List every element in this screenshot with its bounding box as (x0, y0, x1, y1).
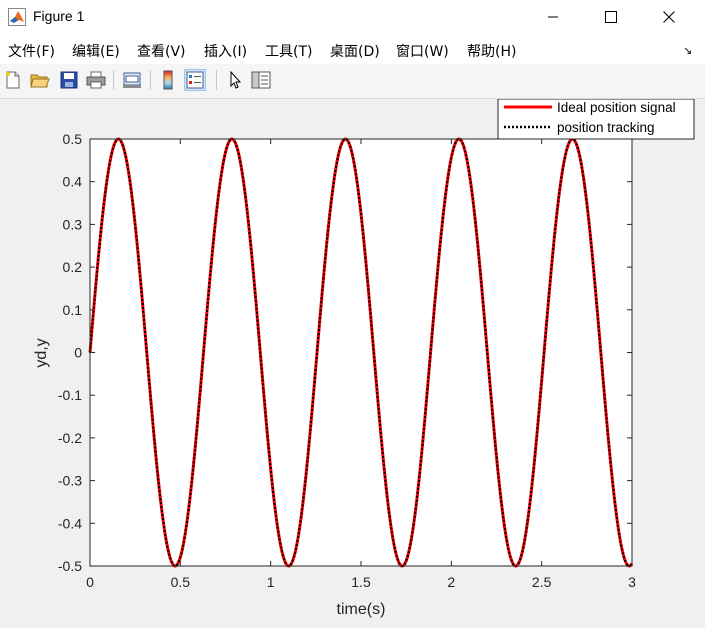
y-tick-label: -0.3 (58, 473, 82, 489)
menu-file[interactable]: 文件(F) (8, 41, 55, 61)
y-axis-label: yd,y (33, 338, 50, 367)
legend-label-tracking: position tracking (557, 120, 655, 135)
new-figure-icon (6, 71, 20, 89)
toolbar-separator (113, 70, 114, 90)
window-titlebar[interactable]: Figure 1 (0, 0, 705, 34)
maximize-icon (605, 11, 617, 23)
close-button[interactable] (640, 0, 698, 34)
legend[interactable]: Ideal position signal position tracking (497, 99, 695, 140)
edit-plot-button[interactable] (224, 69, 246, 91)
matlab-icon (8, 8, 26, 26)
chevron-down-right-icon[interactable]: ↘ (683, 44, 692, 57)
y-tick-label: 0.3 (63, 216, 83, 232)
open-file-button[interactable] (29, 69, 51, 91)
insert-legend-button[interactable] (184, 69, 206, 91)
x-axis-label: time(s) (337, 601, 386, 618)
figure-toolbar (0, 64, 705, 99)
y-tick-label: 0.5 (63, 131, 83, 147)
x-tick-label: 1 (267, 574, 275, 590)
minimize-button[interactable] (524, 0, 582, 34)
menu-bar: 文件(F) 编辑(E) 查看(V) 插入(I) 工具(T) 桌面(D) 窗口(W… (0, 34, 705, 64)
save-button[interactable] (58, 69, 80, 91)
save-icon (60, 71, 78, 89)
window-title: Figure 1 (33, 8, 85, 24)
y-tick-label: 0.1 (63, 302, 83, 318)
x-tick-label: 1.5 (351, 574, 371, 590)
open-file-icon (30, 74, 50, 88)
toolbar-separator (150, 70, 151, 90)
property-editor-button[interactable] (250, 69, 272, 91)
y-tick-label: -0.4 (58, 515, 82, 531)
menu-view[interactable]: 查看(V) (137, 41, 186, 61)
y-tick-label: -0.1 (58, 387, 82, 403)
y-tick-label: 0 (74, 345, 82, 361)
print-icon (86, 71, 106, 89)
insert-legend-icon (186, 71, 204, 89)
close-icon (663, 11, 675, 23)
y-tick-label: -0.5 (58, 558, 82, 574)
insert-colorbar-icon (163, 70, 173, 90)
x-tick-label: 2.5 (532, 574, 552, 590)
new-figure-button[interactable] (2, 69, 24, 91)
link-plot-button[interactable] (121, 69, 143, 91)
menu-help[interactable]: 帮助(H) (467, 41, 516, 61)
menu-window[interactable]: 窗口(W) (396, 41, 449, 61)
y-tick-label: 0.2 (63, 259, 83, 275)
minimize-icon (548, 16, 558, 18)
print-button[interactable] (85, 69, 107, 91)
property-editor-icon (251, 71, 271, 89)
menu-insert[interactable]: 插入(I) (204, 41, 247, 61)
insert-colorbar-button[interactable] (157, 69, 179, 91)
menu-desktop[interactable]: 桌面(D) (330, 41, 380, 61)
menu-edit[interactable]: 编辑(E) (72, 41, 120, 61)
x-tick-label: 2 (447, 574, 455, 590)
x-tick-label: 0 (86, 574, 94, 590)
edit-plot-arrow-icon (230, 71, 242, 89)
y-tick-label: -0.2 (58, 430, 82, 446)
x-tick-label: 3 (628, 574, 636, 590)
menu-tools[interactable]: 工具(T) (265, 41, 312, 61)
maximize-button[interactable] (582, 0, 640, 34)
legend-label-ideal: Ideal position signal (557, 100, 676, 115)
x-tick-label: 0.5 (171, 574, 191, 590)
y-tick-label: 0.4 (63, 174, 83, 190)
figure-canvas: 0 0.5 1 1.5 2 2.5 3 0.5 0.4 0.3 0.2 0.1 0 -0.1 -0.2 -0.… (0, 99, 705, 628)
link-plot-icon (123, 72, 141, 88)
plot-area[interactable]: 0 0.5 1 1.5 2 2.5 3 0.5 0.4 0.3 0.2 0.1 0 -0.1 -0.2 -0.… (0, 99, 705, 628)
toolbar-separator (216, 70, 217, 90)
